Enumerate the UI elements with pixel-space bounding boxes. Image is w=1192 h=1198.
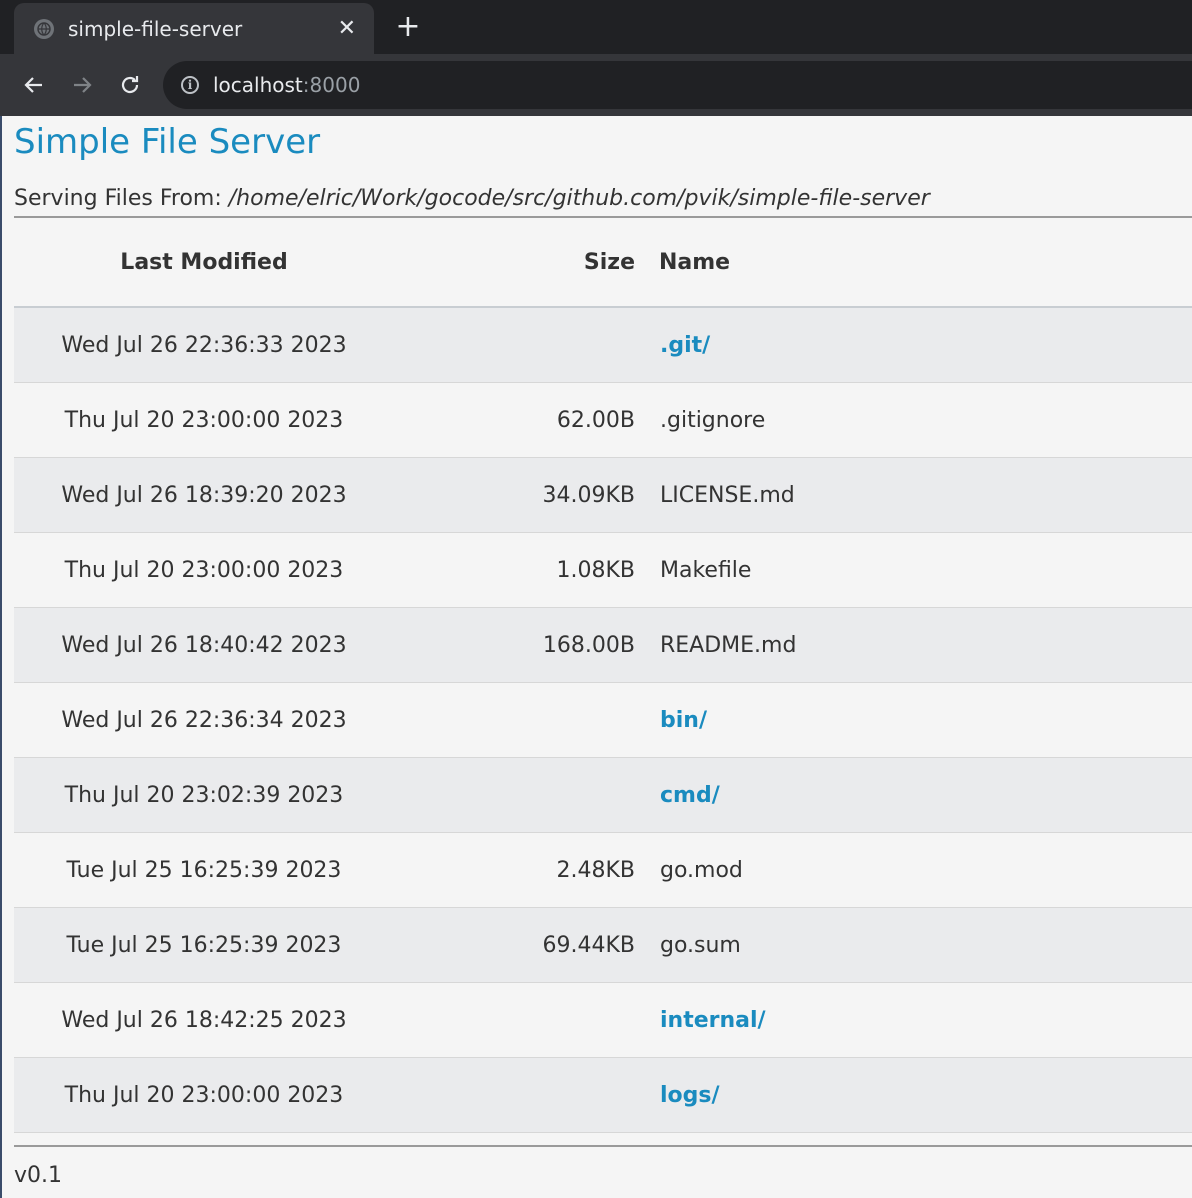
directory-link[interactable]: cmd/ [660,783,720,808]
file-name[interactable]: .gitignore [659,382,1192,458]
serving-path: /home/elric/Work/gocode/src/github.com/p… [228,186,930,211]
modified-cell: Wed Jul 26 22:36:34 2023 [14,682,394,758]
file-table: Last Modified Size Name Wed Jul 26 22:36… [14,218,1192,1133]
table-row: Wed Jul 26 22:36:34 2023 bin/ [14,682,1192,758]
file-name[interactable]: go.sum [659,907,1192,983]
name-cell: .git/ [659,307,1192,383]
size-cell: 34.09KB [394,457,659,533]
browser-tab[interactable]: simple-file-server ✕ [14,3,374,54]
table-row: Wed Jul 26 18:42:25 2023 internal/ [14,982,1192,1058]
reload-icon[interactable] [106,61,154,109]
table-row: Thu Jul 20 23:00:00 2023 logs/ [14,1057,1192,1133]
name-cell: bin/ [659,682,1192,758]
size-cell: 62.00B [394,382,659,458]
info-icon[interactable]: i [181,76,199,94]
table-row: Wed Jul 26 18:40:42 2023 168.00B README.… [14,607,1192,683]
modified-cell: Thu Jul 20 23:00:00 2023 [14,382,394,458]
size-cell: 168.00B [394,607,659,683]
column-header-name[interactable]: Name [659,218,1192,307]
globe-icon [34,18,54,39]
table-row: Wed Jul 26 22:36:33 2023 .git/ [14,307,1192,383]
name-cell: logs/ [659,1057,1192,1133]
url-host: localhost [213,73,303,97]
table-header-row: Last Modified Size Name [14,218,1192,307]
address-bar[interactable]: i localhost:8000 [163,61,1192,109]
modified-cell: Tue Jul 25 16:25:39 2023 [14,832,394,908]
file-name[interactable]: go.mod [659,832,1192,908]
page-title: Simple File Server [14,122,321,162]
directory-link[interactable]: bin/ [660,708,707,733]
modified-cell: Wed Jul 26 18:42:25 2023 [14,982,394,1058]
column-header-size[interactable]: Size [394,218,659,307]
page-content: Simple File Server Serving Files From: /… [0,116,1192,1188]
modified-cell: Thu Jul 20 23:00:00 2023 [14,532,394,608]
url-port: :8000 [302,73,361,97]
directory-link[interactable]: internal/ [660,1008,766,1033]
close-icon[interactable]: ✕ [338,17,356,40]
size-cell [394,757,659,833]
size-cell [394,682,659,758]
tab-title: simple-file-server [68,16,243,41]
column-header-last-modified[interactable]: Last Modified [14,218,394,307]
modified-cell: Thu Jul 20 23:02:39 2023 [14,757,394,833]
new-tab-icon[interactable]: + [394,12,422,42]
file-name[interactable]: README.md [659,607,1192,683]
size-cell [394,1057,659,1133]
table-row: Tue Jul 25 16:25:39 2023 2.48KB go.mod [14,832,1192,908]
forward-icon[interactable] [58,61,106,109]
browser-tabstrip: simple-file-server ✕ + [0,0,1192,54]
footer-divider [14,1145,1192,1147]
table-row: Wed Jul 26 18:39:20 2023 34.09KB LICENSE… [14,457,1192,533]
table-row: Thu Jul 20 23:00:00 2023 1.08KB Makefile [14,532,1192,608]
version-label: v0.1 [14,1163,63,1188]
back-icon[interactable] [10,61,58,109]
browser-toolbar: i localhost:8000 [0,54,1192,116]
size-cell: 69.44KB [394,907,659,983]
file-name[interactable]: Makefile [659,532,1192,608]
serving-label: Serving Files From: [14,186,222,211]
directory-link[interactable]: .git/ [660,333,710,358]
size-cell [394,982,659,1058]
modified-cell: Tue Jul 25 16:25:39 2023 [14,907,394,983]
name-cell: internal/ [659,982,1192,1058]
modified-cell: Thu Jul 20 23:00:00 2023 [14,1057,394,1133]
modified-cell: Wed Jul 26 18:39:20 2023 [14,457,394,533]
serving-line: Serving Files From: /home/elric/Work/goc… [14,182,1192,216]
size-cell: 1.08KB [394,532,659,608]
file-name[interactable]: LICENSE.md [659,457,1192,533]
size-cell [394,307,659,383]
modified-cell: Wed Jul 26 18:40:42 2023 [14,607,394,683]
name-cell: cmd/ [659,757,1192,833]
table-row: Thu Jul 20 23:02:39 2023 cmd/ [14,757,1192,833]
size-cell: 2.48KB [394,832,659,908]
directory-link[interactable]: logs/ [660,1083,720,1108]
table-row: Tue Jul 25 16:25:39 2023 69.44KB go.sum [14,907,1192,983]
table-row: Thu Jul 20 23:00:00 2023 62.00B .gitigno… [14,382,1192,458]
modified-cell: Wed Jul 26 22:36:33 2023 [14,307,394,383]
